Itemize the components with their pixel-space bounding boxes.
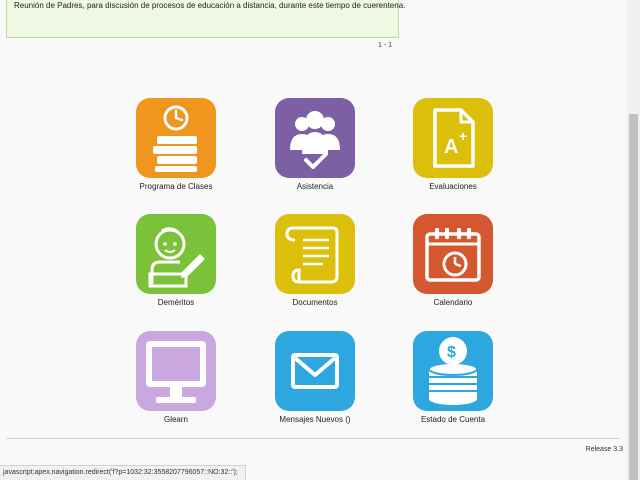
announcement-box: Reunión de Padres, para discusión de pro… — [6, 0, 405, 38]
scroll-document-icon — [275, 214, 355, 294]
tile-label: Calendario — [433, 298, 473, 307]
vertical-scrollbar[interactable] — [627, 0, 640, 480]
tile-label: Glearn — [163, 415, 188, 424]
tile-asistencia[interactable]: Asistencia — [260, 98, 370, 203]
footer-divider — [6, 438, 620, 439]
tile-mensajes-nuevos[interactable]: Mensajes Nuevos () — [260, 331, 370, 436]
monitor-icon — [136, 331, 216, 411]
coin-stack-icon: $ — [413, 331, 493, 411]
svg-text:A: A — [444, 136, 458, 158]
clock-books-icon — [136, 98, 216, 178]
tile-calendario[interactable]: Calendario — [398, 214, 508, 319]
status-bar-url: javascript:apex.navigation.redirect('f?p… — [0, 465, 246, 480]
tile-demeritos[interactable]: Deméritos — [121, 214, 231, 319]
envelope-icon — [275, 331, 355, 411]
tile-evaluaciones[interactable]: A + Evaluaciones — [398, 98, 508, 203]
tile-glearn[interactable]: Glearn — [121, 331, 231, 436]
grade-document-icon: A + — [413, 98, 493, 178]
attendance-people-check-icon — [275, 98, 355, 178]
release-label: Release 3.3 — [585, 446, 623, 453]
tile-label: Asistencia — [296, 182, 334, 191]
tile-estado-de-cuenta[interactable]: $ Estado de Cuenta — [398, 331, 508, 436]
scrollbar-thumb[interactable] — [629, 114, 638, 480]
svg-text:$: $ — [447, 344, 456, 361]
student-writing-icon — [136, 214, 216, 294]
announcement-text: Reunión de Padres, para discusión de pro… — [14, 1, 406, 10]
tile-label: Documentos — [292, 298, 338, 307]
tile-label: Evaluaciones — [429, 182, 477, 191]
tile-documentos[interactable]: Documentos — [260, 214, 370, 319]
svg-text:+: + — [459, 128, 467, 144]
pagination-label: 1 - 1 — [377, 42, 392, 49]
calendar-clock-icon — [413, 214, 493, 294]
tile-label: Deméritos — [157, 298, 195, 307]
tile-label: Estado de Cuenta — [420, 415, 486, 424]
tile-label: Programa de Clases — [139, 182, 213, 191]
tile-programa-de-clases[interactable]: Programa de Clases — [121, 98, 231, 203]
tile-label: Mensajes Nuevos () — [279, 415, 351, 424]
